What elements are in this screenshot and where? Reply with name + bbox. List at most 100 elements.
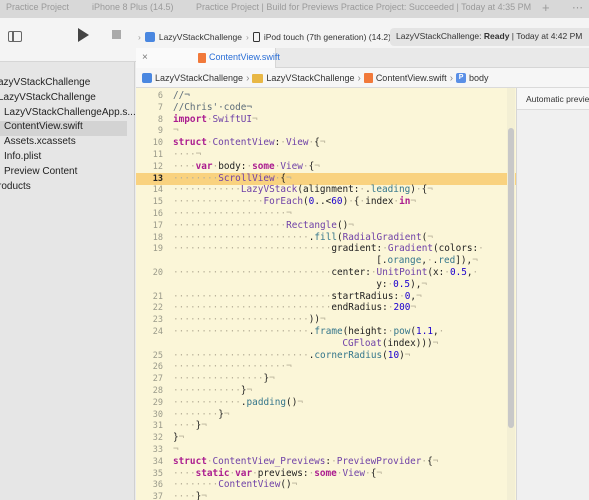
code-text: ····················¬ <box>173 208 292 219</box>
navigator-item[interactable]: LazyVStackChallengeApp.s... <box>4 107 136 122</box>
canvas-label: Automatic preview <box>526 94 589 104</box>
code-line[interactable]: 23 ························))¬ <box>136 314 516 326</box>
code-line[interactable]: 32 }¬ <box>136 432 516 444</box>
navigator-item-label: Info.plist <box>4 151 42 162</box>
breadcrumb-symbol[interactable]: body <box>469 73 489 83</box>
scrollbar-thumb[interactable] <box>508 128 514 428</box>
code-line[interactable]: 12 ····var·body:·some·View·{¬ <box>136 161 516 173</box>
navigator-item[interactable]: azyVStackChallenge <box>0 77 90 92</box>
code-line[interactable]: 19 ····························gradient:·… <box>136 243 516 255</box>
breadcrumb-bar: LazyVStackChallenge › LazyVStackChalleng… <box>136 68 589 88</box>
code-line[interactable]: 9 ¬ <box>136 125 516 137</box>
code-line[interactable]: [.orange,·.red]),¬ <box>136 255 516 267</box>
line-number: 26 <box>152 362 163 373</box>
sidebar-toggle-icon[interactable] <box>8 31 22 42</box>
navigator-item[interactable]: Assets.xcassets <box>4 136 76 151</box>
navigator-item[interactable]: Preview Content <box>4 166 77 181</box>
code-line[interactable]: 13 ········ScrollView·{¬ <box>136 172 516 185</box>
code-line[interactable]: 6 //¬ <box>136 90 516 102</box>
navigator-item[interactable]: LazyVStackChallenge <box>0 92 96 107</box>
line-number: 21 <box>152 291 163 302</box>
code-text: ········}¬ <box>173 408 230 420</box>
app-icon <box>144 32 155 42</box>
tab-label: ContentView.swift <box>209 52 280 62</box>
breadcrumb-project[interactable]: LazyVStackChallenge <box>155 73 243 83</box>
code-line[interactable]: 36 ········ContentView()¬ <box>136 479 516 491</box>
navigator-item-label: LazyVStackChallengeApp.s... <box>4 107 136 118</box>
line-number: 32 <box>152 433 163 444</box>
code-line[interactable]: 30 ········}¬ <box>136 409 516 421</box>
code-line[interactable]: 25 ························.cornerRadius(… <box>136 350 516 362</box>
line-number: 13 <box>152 173 163 184</box>
line-number: 31 <box>152 421 163 432</box>
navigator-item[interactable]: Info.plist <box>4 151 41 166</box>
status-state: Ready <box>483 31 510 41</box>
background-window-bar: Practice Project iPhone 8 Plus (14.5) Pr… <box>0 0 589 18</box>
navigator-item[interactable]: roducts <box>0 181 31 196</box>
code-line[interactable]: 37 ····}¬ <box>136 491 516 500</box>
code-text: ········ScrollView·{¬ <box>173 172 292 184</box>
code-text: ¬ <box>173 125 179 137</box>
code-line[interactable]: y:·0.5),¬ <box>136 279 516 291</box>
scheme-selector[interactable]: › LazyVStackChallenge › iPod touch (7th … <box>138 28 391 46</box>
folder-icon <box>252 73 264 83</box>
navigator-item-label: azyVStackChallenge <box>0 77 91 88</box>
code-line[interactable]: 33 ¬ <box>136 444 516 456</box>
code-editor[interactable]: 6//¬ 7//Chris'·code¬ 8 import·SwiftUI¬ 9 ¬ 10 s… <box>136 88 516 500</box>
line-number: 27 <box>152 374 163 385</box>
status-project: LazyVStackChallenge: <box>396 31 482 41</box>
line-number: 24 <box>152 327 163 337</box>
navigator-item-label: ContentView.swift <box>4 121 83 132</box>
code-text: [.orange,·.red]),¬ <box>173 255 478 267</box>
property-icon: P <box>456 73 467 83</box>
line-number: 23 <box>152 315 163 326</box>
line-number: 36 <box>152 480 163 491</box>
ghost-device-label: iPhone 8 Plus (14.5) <box>92 2 174 12</box>
code-line[interactable]: 27 ················}¬ <box>136 373 516 385</box>
code-line[interactable]: 15 ················ForEach(0..<60)·{·inde… <box>136 196 516 208</box>
code-line[interactable]: 14 ············LazyVStack(alignment:·.lea… <box>136 184 516 196</box>
navigator-item-label: Assets.xcassets <box>4 136 76 147</box>
breadcrumb-group[interactable]: LazyVStackChallenge <box>266 73 354 83</box>
code-line[interactable]: 10 struct·ContentView:·View·{¬ <box>136 137 516 149</box>
navigator-item-label: roducts <box>0 181 31 192</box>
code-text: }¬ <box>173 432 185 444</box>
code-line[interactable]: 31 ····}¬ <box>136 420 516 432</box>
line-number: 17 <box>152 220 163 231</box>
code-text: ····static·var·previews:·some·View·{¬ <box>173 467 382 479</box>
code-line[interactable]: 26 ····················¬ <box>136 361 516 373</box>
code-text: ¬ <box>173 444 179 455</box>
code-line[interactable]: 17 ····················Rectangle()¬ <box>136 220 516 232</box>
code-line[interactable]: 28 ············}¬ <box>136 385 516 397</box>
code-text: ························.fill(RadialGrad… <box>173 231 433 243</box>
code-text: ····················Rectangle()¬ <box>173 219 354 231</box>
line-number: 35 <box>152 468 163 479</box>
navigator-item-selected[interactable]: ContentView.swift <box>0 121 127 136</box>
code-line[interactable]: 35 ····static·var·previews:·some·View·{¬ <box>136 468 516 480</box>
code-text: ····························center:·Unit… <box>173 267 479 278</box>
code-line[interactable]: 7 //Chris'·code¬ <box>136 102 516 114</box>
line-number: 16 <box>152 209 163 219</box>
tab-contentview[interactable]: × ContentView.swift <box>136 48 280 68</box>
code-line[interactable]: 29 ············.padding()¬ <box>136 397 516 409</box>
code-line[interactable]: CGFloat(index)))¬ <box>136 338 516 350</box>
code-line[interactable]: 21 ····························startRadiu… <box>136 291 516 303</box>
code-line[interactable]: 11 ····¬ <box>136 149 516 161</box>
code-line[interactable]: 24 ························.frame(height:… <box>136 326 516 338</box>
editor-scrollbar[interactable] <box>507 88 515 500</box>
code-line[interactable]: 20 ····························center:·Un… <box>136 267 516 279</box>
breadcrumb-file[interactable]: ContentView.swift <box>376 73 447 83</box>
code-line[interactable]: 8 import·SwiftUI¬ <box>136 114 516 126</box>
editor-tab-bar: × ContentView.swift <box>136 48 589 68</box>
tab-close-icon[interactable]: × <box>142 52 148 63</box>
code-line[interactable]: 22 ····························endRadius:… <box>136 302 516 314</box>
line-number: 33 <box>152 445 163 455</box>
run-button[interactable] <box>78 28 89 42</box>
line-number: 9 <box>157 126 163 137</box>
code-line[interactable]: 16 ····················¬ <box>136 208 516 220</box>
stop-button[interactable] <box>112 30 121 39</box>
code-line[interactable]: 34 struct·ContentView_Previews:·PreviewPr… <box>136 456 516 468</box>
code-text: ················}¬ <box>173 373 275 385</box>
line-number: 20 <box>152 268 163 278</box>
code-line[interactable]: 18 ························.fill(RadialGr… <box>136 232 516 244</box>
